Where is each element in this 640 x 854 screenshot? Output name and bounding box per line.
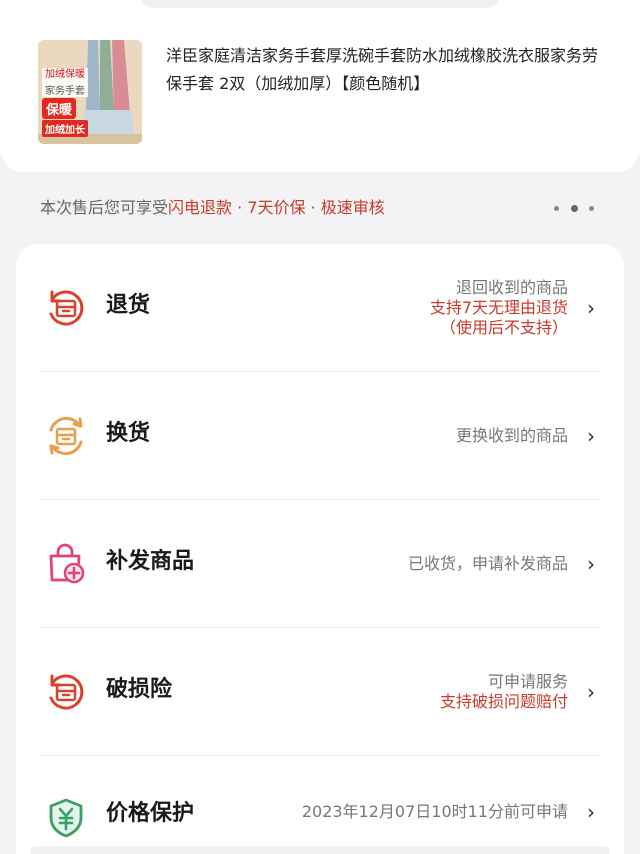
option-label: 退货 bbox=[106, 293, 151, 318]
product-title[interactable]: 洋臣家庭清洁家务手套厚洗碗手套防水加绒橡胶洗衣服家务劳保手套 2双（加绒加厚）【… bbox=[166, 42, 606, 98]
option-damage-insurance[interactable]: 破损险 可申请服务 支持破损问题赔付 › bbox=[40, 628, 600, 756]
option-description: 退回收到的商品 支持7天无理由退货 （使用后不支持） bbox=[430, 244, 568, 372]
option-description: 可申请服务 支持破损问题赔付 bbox=[440, 628, 568, 756]
option-desc-line: 可申请服务 bbox=[487, 672, 568, 691]
thumb-tag: 保暖 bbox=[42, 98, 77, 119]
aftersale-options-card: 退货 退回收到的商品 支持7天无理由退货 （使用后不支持） › 换货 更换收到的… bbox=[16, 244, 624, 854]
option-label: 价格保护 bbox=[106, 801, 195, 826]
option-exchange[interactable]: 换货 更换收到的商品 › bbox=[40, 372, 600, 500]
option-price-protection[interactable]: 价格保护 2023年12月07日10时11分前可申请 › bbox=[40, 756, 600, 854]
product-thumbnail[interactable]: 加绒保暖 家务手套 保暖 加绒加长 bbox=[38, 40, 142, 144]
product-card: 加绒保暖 家务手套 保暖 加绒加长 洋臣家庭清洁家务手套厚洗碗手套防水加绒橡胶洗… bbox=[0, 0, 640, 172]
option-desc-line: 支持破损问题赔付 bbox=[439, 692, 568, 711]
option-label: 补发商品 bbox=[106, 549, 195, 574]
benefits-prefix: 本次售后您可享受 bbox=[40, 198, 169, 217]
thumb-tag: 加绒保暖 bbox=[42, 68, 88, 82]
benefits-highlight: 闪电退款 · 7天价保 · 极速审核 bbox=[168, 198, 385, 217]
option-desc-line: 更换收到的商品 bbox=[455, 426, 568, 445]
option-desc-line: 2023年12月07日10时11分前可申请 bbox=[301, 802, 568, 821]
next-section-remnant bbox=[30, 846, 610, 854]
option-reissue[interactable]: 补发商品 已收货，申请补发商品 › bbox=[40, 500, 600, 628]
option-desc-line: 支持7天无理由退货 bbox=[429, 298, 568, 317]
chevron-right-icon: › bbox=[587, 296, 595, 320]
bag-plus-icon bbox=[49, 543, 85, 584]
option-description: 已收货，申请补发商品 bbox=[408, 500, 568, 628]
aftersale-benefits: 本次售后您可享受闪电退款 · 7天价保 · 极速审核 bbox=[40, 196, 385, 220]
chevron-right-icon: › bbox=[587, 424, 595, 448]
option-label: 破损险 bbox=[106, 677, 173, 702]
option-description: 更换收到的商品 bbox=[456, 372, 568, 500]
option-desc-line: 已收货，申请补发商品 bbox=[407, 554, 568, 573]
yuan-shield-icon bbox=[49, 798, 83, 838]
chevron-right-icon: › bbox=[587, 552, 595, 576]
thumb-tag: 加绒加长 bbox=[42, 120, 88, 137]
option-description: 2023年12月07日10时11分前可申请 bbox=[302, 756, 568, 854]
more-options-icon[interactable] bbox=[554, 200, 594, 216]
option-label: 换货 bbox=[106, 421, 151, 446]
option-desc-line: （使用后不支持） bbox=[439, 318, 568, 337]
thumb-tag: 家务手套 bbox=[42, 82, 88, 97]
top-bar-remnant bbox=[140, 0, 500, 8]
option-desc-line: 退回收到的商品 bbox=[455, 278, 568, 297]
damage-box-icon bbox=[49, 674, 84, 710]
exchange-box-icon bbox=[49, 416, 83, 456]
chevron-right-icon: › bbox=[587, 680, 595, 704]
chevron-right-icon: › bbox=[587, 800, 595, 824]
return-box-icon bbox=[49, 290, 84, 326]
option-return[interactable]: 退货 退回收到的商品 支持7天无理由退货 （使用后不支持） › bbox=[40, 244, 600, 372]
